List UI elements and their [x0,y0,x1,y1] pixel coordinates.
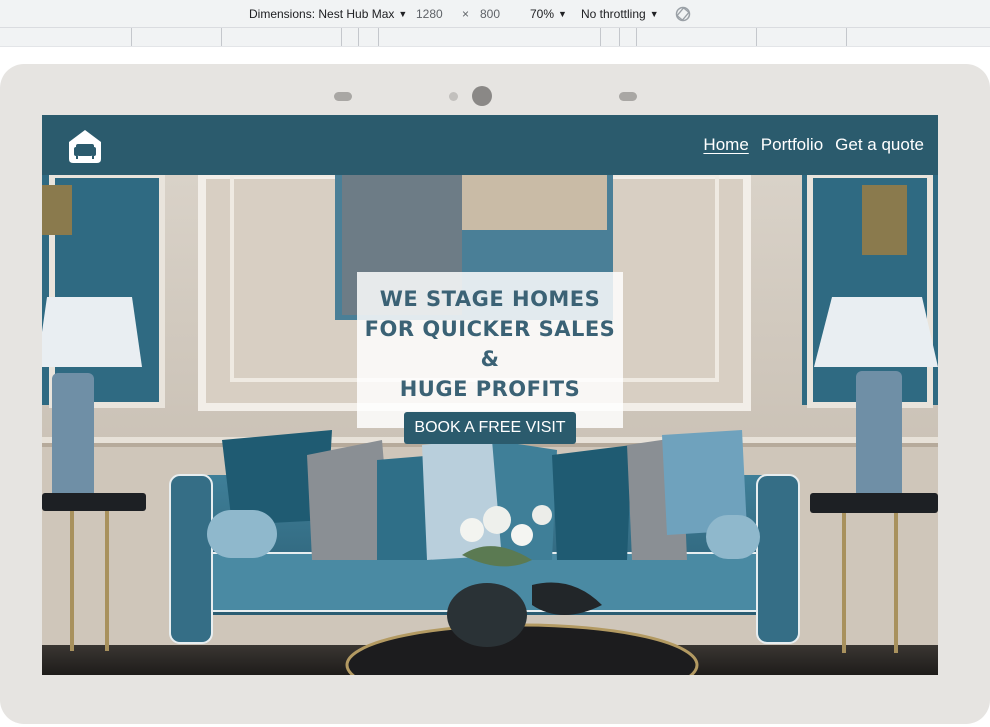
speaker-grille [619,92,637,101]
device-screen: Home Portfolio Get a quote WE STAGE HOME… [42,115,938,675]
zoom-label: 70% [530,7,555,21]
hero-title: WE STAGE HOMES FOR QUICKER SALES & HUGE … [357,284,623,404]
device-dropdown-label: Dimensions: Nest Hub Max [249,7,395,21]
hero-title-line: HUGE PROFITS [399,377,581,401]
site-header: Home Portfolio Get a quote [42,115,938,175]
throttling-dropdown[interactable]: No throttling ▼ [581,7,659,23]
zoom-dropdown[interactable]: 70% ▼ [530,7,567,23]
sensor-dot [449,92,458,101]
throttling-label: No throttling [581,7,646,21]
speaker-grille [334,92,352,101]
house-sofa-icon[interactable] [66,127,104,165]
nav-link-home[interactable]: Home [703,135,748,155]
chevron-down-icon: ▼ [649,9,659,19]
hero-section: WE STAGE HOMES FOR QUICKER SALES & HUGE … [42,175,938,675]
width-input[interactable]: 1280 [416,7,443,22]
device-dropdown[interactable]: Dimensions: Nest Hub Max ▼ [249,7,407,23]
rotate-icon[interactable] [674,5,692,23]
nav-link-get-a-quote[interactable]: Get a quote [835,135,924,155]
hero-title-line: WE STAGE HOMES [379,287,601,311]
nav-link-portfolio[interactable]: Portfolio [761,135,823,155]
media-query-bar [0,28,990,47]
times-sign: × [462,7,470,21]
chevron-down-icon: ▼ [558,9,567,19]
chevron-down-icon: ▼ [398,9,408,19]
main-nav: Home Portfolio Get a quote [703,135,924,155]
height-input[interactable]: 800 [480,7,500,22]
hero-title-line: FOR QUICKER SALES & [364,317,616,371]
devtools-toolbar: Dimensions: Nest Hub Max ▼ 1280 × 800 70%… [0,0,990,28]
hero-card: WE STAGE HOMES FOR QUICKER SALES & HUGE … [357,272,623,444]
book-free-visit-button[interactable]: BOOK A FREE VISIT [404,412,576,444]
camera-icon [472,86,492,106]
